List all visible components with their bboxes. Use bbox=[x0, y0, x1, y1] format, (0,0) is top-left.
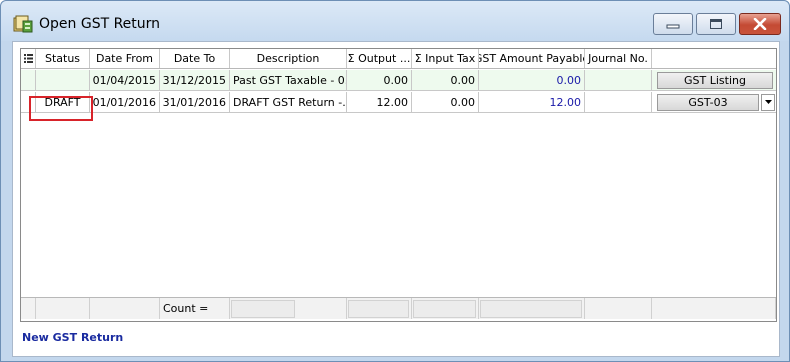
cell-status bbox=[36, 70, 90, 90]
row-indicator bbox=[21, 92, 36, 112]
cell-description: DRAFT GST Return -... bbox=[230, 92, 347, 112]
column-header-input-tax[interactable]: Σ Input Tax bbox=[412, 49, 479, 68]
gst-03-dropdown[interactable]: GST-03 bbox=[657, 93, 775, 111]
row-indicator bbox=[21, 70, 36, 90]
cell-journal-no bbox=[585, 92, 652, 112]
column-header-gst-amount-payable[interactable]: GST Amount Payable bbox=[479, 49, 585, 68]
footer-output-summary bbox=[347, 298, 412, 319]
column-header-description[interactable]: Description bbox=[230, 49, 347, 68]
cell-date-from: 01/04/2015 bbox=[90, 70, 160, 90]
cell-gst-amount-payable: 12.00 bbox=[479, 92, 585, 112]
footer-status bbox=[36, 298, 90, 319]
footer-spacer bbox=[21, 298, 36, 319]
chevron-down-icon bbox=[764, 100, 772, 104]
cell-action: GST-03 bbox=[652, 92, 776, 112]
close-icon bbox=[753, 18, 767, 30]
column-header-output-tax[interactable]: Σ Output ... bbox=[347, 49, 412, 68]
new-gst-return-link[interactable]: New GST Return bbox=[22, 331, 123, 344]
table-row[interactable]: 01/04/2015 31/12/2015 Past GST Taxable -… bbox=[21, 70, 776, 91]
cell-output-tax: 12.00 bbox=[347, 92, 412, 112]
minimize-icon bbox=[666, 24, 680, 29]
maximize-button[interactable] bbox=[696, 13, 736, 35]
gst-listing-button[interactable]: GST Listing bbox=[657, 71, 773, 89]
cell-action: GST Listing bbox=[652, 70, 776, 90]
footer-action bbox=[652, 298, 776, 319]
column-header-status[interactable]: Status bbox=[36, 49, 90, 68]
footer-date-from bbox=[90, 298, 160, 319]
column-header-date-from[interactable]: Date From bbox=[90, 49, 160, 68]
gst-03-button[interactable]: GST-03 bbox=[657, 93, 759, 111]
summary-box bbox=[413, 299, 476, 318]
column-header-date-to[interactable]: Date To bbox=[160, 49, 230, 68]
footer-payable-summary bbox=[479, 298, 585, 319]
cell-journal-no bbox=[585, 70, 652, 90]
cell-input-tax: 0.00 bbox=[412, 70, 479, 90]
cell-description: Past GST Taxable - 0... bbox=[230, 70, 347, 90]
cell-date-from: 01/01/2016 bbox=[90, 92, 160, 112]
window-title: Open GST Return bbox=[39, 16, 161, 32]
close-button[interactable] bbox=[739, 13, 781, 35]
cell-date-to: 31/01/2016 bbox=[160, 92, 230, 112]
grid-header: Status Date From Date To Description Σ O… bbox=[21, 49, 776, 69]
column-list-icon bbox=[23, 54, 33, 63]
gst-return-grid: Status Date From Date To Description Σ O… bbox=[20, 48, 777, 322]
client-area: Status Date From Date To Description Σ O… bbox=[12, 41, 780, 357]
cell-output-tax: 0.00 bbox=[347, 70, 412, 90]
column-header-journal-no[interactable]: Journal No. bbox=[585, 49, 652, 68]
cell-date-to: 31/12/2015 bbox=[160, 70, 230, 90]
footer-description-summary bbox=[230, 298, 347, 319]
cell-input-tax: 0.00 bbox=[412, 92, 479, 112]
title-bar[interactable]: Open GST Return bbox=[1, 1, 789, 41]
open-gst-return-window: Open GST Return Status Date From Date To… bbox=[0, 0, 790, 362]
minimize-button[interactable] bbox=[653, 13, 693, 35]
footer-count-label: Count = bbox=[160, 298, 230, 319]
cell-gst-amount-payable: 0.00 bbox=[479, 70, 585, 90]
column-header-action bbox=[652, 49, 776, 68]
count-value-box bbox=[231, 299, 295, 318]
grid-footer: Count = bbox=[21, 297, 776, 319]
cell-status: DRAFT bbox=[36, 92, 90, 112]
app-icon bbox=[13, 15, 33, 33]
maximize-icon bbox=[710, 19, 722, 29]
dropdown-arrow-button[interactable] bbox=[761, 93, 775, 111]
summary-box bbox=[348, 299, 409, 318]
column-chooser-button[interactable] bbox=[21, 49, 36, 68]
footer-journal bbox=[585, 298, 652, 319]
summary-box bbox=[480, 299, 582, 318]
table-row[interactable]: DRAFT 01/01/2016 31/01/2016 DRAFT GST Re… bbox=[21, 92, 776, 113]
footer-input-summary bbox=[412, 298, 479, 319]
